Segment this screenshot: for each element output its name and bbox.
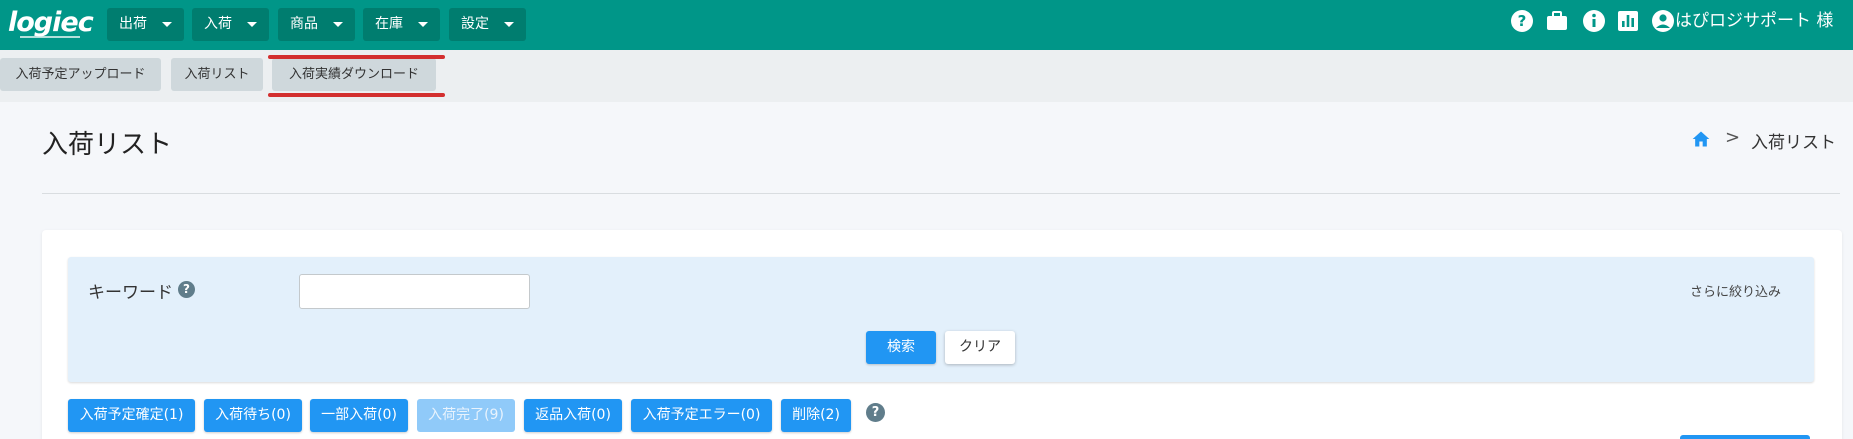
caret-down-icon xyxy=(418,22,428,27)
top-nav-bar: logiec 出荷 入荷 商品 在庫 設定 ? はぴロジサポート 様 xyxy=(0,0,1853,50)
menu-inventory[interactable]: 在庫 xyxy=(363,8,440,41)
status-button-completed[interactable]: 入荷完了(9) xyxy=(417,399,515,432)
caret-down-icon xyxy=(333,22,343,27)
keyword-help-icon[interactable]: ? xyxy=(178,281,195,298)
status-button-plan-confirmed[interactable]: 入荷予定確定(1) xyxy=(68,399,195,432)
tab-receiving-plan-upload[interactable]: 入荷予定アップロード xyxy=(0,58,161,91)
page-title: 入荷リスト xyxy=(42,130,173,160)
bar-chart-icon[interactable] xyxy=(1616,9,1640,33)
status-button-waiting[interactable]: 入荷待ち(0) xyxy=(204,399,302,432)
keyword-input[interactable] xyxy=(299,274,530,309)
user-name[interactable]: はぴロジサポート 様 xyxy=(1675,8,1833,34)
clear-button[interactable]: クリア xyxy=(945,331,1015,364)
breadcrumb-current: 入荷リスト xyxy=(1751,133,1836,153)
home-icon[interactable] xyxy=(1691,129,1711,149)
highlight-underline-top xyxy=(268,55,445,59)
advanced-filter-link[interactable]: さらに絞り込み xyxy=(1690,281,1781,300)
tab-receiving-results-download-label: 入荷実績ダウンロード xyxy=(288,67,419,82)
keyword-label: キーワード xyxy=(88,283,173,303)
help-icon[interactable]: ? xyxy=(1510,9,1534,33)
svg-text:?: ? xyxy=(1518,12,1527,30)
breadcrumb-separator: > xyxy=(1725,127,1741,148)
menu-shipping-label: 出荷 xyxy=(119,16,147,32)
caret-down-icon xyxy=(162,22,172,27)
tab-receiving-list[interactable]: 入荷リスト xyxy=(171,58,263,91)
logiec-logo[interactable]: logiec xyxy=(8,7,94,40)
tab-receiving-list-label: 入荷リスト xyxy=(184,67,250,82)
menu-receiving-label: 入荷 xyxy=(204,16,232,32)
highlight-underline-bottom xyxy=(268,93,445,97)
logo-text: logiec xyxy=(8,7,94,38)
divider xyxy=(42,193,1840,194)
menu-products[interactable]: 商品 xyxy=(278,8,355,41)
search-button[interactable]: 検索 xyxy=(866,331,936,364)
status-button-deleted[interactable]: 削除(2) xyxy=(781,399,851,432)
status-button-partial[interactable]: 一部入荷(0) xyxy=(310,399,408,432)
logo-tagline-mark xyxy=(20,36,80,38)
status-button-returns[interactable]: 返品入荷(0) xyxy=(524,399,622,432)
menu-products-label: 商品 xyxy=(290,16,318,32)
menu-receiving[interactable]: 入荷 xyxy=(192,8,269,41)
tab-receiving-results-download[interactable]: 入荷実績ダウンロード xyxy=(272,58,436,91)
action-button-partial[interactable] xyxy=(1680,435,1810,439)
account-circle-icon[interactable] xyxy=(1651,9,1675,33)
briefcase-icon[interactable] xyxy=(1545,9,1569,33)
status-help-icon[interactable]: ? xyxy=(866,403,885,422)
tab-receiving-plan-upload-label: 入荷予定アップロード xyxy=(15,67,146,82)
info-icon[interactable] xyxy=(1582,9,1606,33)
menu-inventory-label: 在庫 xyxy=(375,16,403,32)
menu-shipping[interactable]: 出荷 xyxy=(107,8,184,41)
menu-settings[interactable]: 設定 xyxy=(449,8,526,41)
caret-down-icon xyxy=(504,22,514,27)
caret-down-icon xyxy=(247,22,257,27)
status-button-plan-error[interactable]: 入荷予定エラー(0) xyxy=(631,399,772,432)
menu-settings-label: 設定 xyxy=(461,16,489,32)
